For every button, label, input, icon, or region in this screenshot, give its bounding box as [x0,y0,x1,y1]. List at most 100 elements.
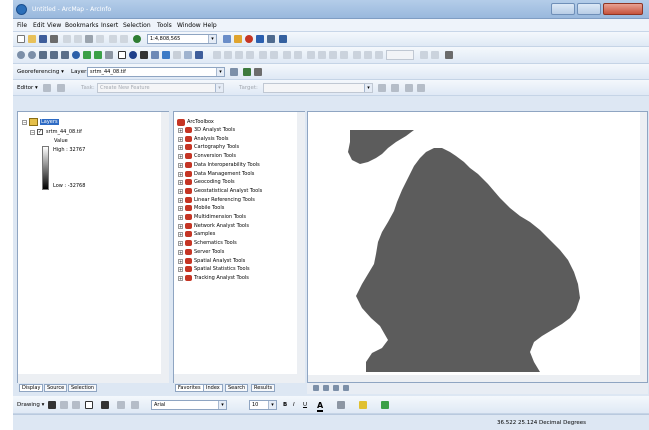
toc-scrollbar[interactable] [161,112,169,374]
refresh-icon[interactable] [333,385,339,391]
georeferencing-menu[interactable]: Georeferencing ▾ [17,69,64,75]
fill-color-icon[interactable] [337,401,345,409]
map-hscrollbar[interactable] [308,375,640,382]
expand-icon[interactable]: + [178,223,183,229]
copy-icon[interactable] [74,35,82,43]
add-data-icon[interactable] [133,35,141,43]
arctoolbox-icon[interactable] [245,35,253,43]
tab-source[interactable]: Source [44,384,68,392]
pan-icon[interactable] [61,51,69,59]
tab-results[interactable]: Results [251,384,276,392]
expand-icon[interactable]: + [178,180,183,186]
collapse-icon[interactable]: − [30,130,35,135]
expand-icon[interactable]: + [178,206,183,212]
chevron-down-icon[interactable]: ▾ [216,68,224,76]
maximize-button[interactable] [577,3,601,15]
layout-view-icon[interactable] [323,385,329,391]
menu-bookmarks[interactable]: Bookmarks [65,22,99,29]
back-extent-icon[interactable] [83,51,91,59]
toc-layer-name[interactable]: srtm_44_08.tif [46,129,82,135]
expand-icon[interactable]: + [178,162,183,168]
toc-root-layers[interactable]: Layers [40,119,59,125]
font-size-combo[interactable]: 10 ▾ [249,400,277,410]
tab-display[interactable]: Display [19,384,44,392]
menu-help[interactable]: Help [203,22,217,29]
font-combo[interactable]: Arial ▾ [151,400,227,410]
toolbox-hscrollbar[interactable] [174,374,305,383]
expand-icon[interactable]: + [178,145,183,151]
expand-icon[interactable]: + [178,171,183,177]
italic-button[interactable]: I [293,402,295,408]
tab-search[interactable]: Search [225,384,249,392]
full-extent-icon[interactable] [72,51,80,59]
whats-this-icon[interactable] [279,35,287,43]
expand-icon[interactable]: + [178,136,183,142]
drawing-menu[interactable]: Drawing ▾ [17,402,44,408]
fixed-zoom-in-icon[interactable] [39,51,47,59]
expand-icon[interactable]: + [178,232,183,238]
zoom-out-icon[interactable] [28,51,36,59]
add-control-points-icon[interactable] [243,68,251,76]
select-elements-icon[interactable] [118,51,126,59]
tab-favorites[interactable]: Favorites [175,384,204,392]
delete-icon[interactable] [96,35,104,43]
zoom-in-icon[interactable] [17,51,25,59]
identify-icon[interactable] [129,51,137,59]
expand-icon[interactable]: + [178,215,183,220]
chevron-down-icon[interactable]: ▾ [218,401,226,409]
map-view[interactable] [307,111,648,383]
measure-icon[interactable] [151,51,159,59]
menu-insert[interactable]: Insert [101,22,118,29]
new-document-icon[interactable] [17,35,25,43]
view-link-table-icon[interactable] [254,68,262,76]
toc-hscrollbar[interactable] [18,374,169,383]
line-color-icon[interactable] [359,401,367,409]
font-color-button[interactable]: A [317,401,324,412]
fixed-zoom-out-icon[interactable] [50,51,58,59]
tab-selection[interactable]: Selection [68,384,98,392]
menu-tools[interactable]: Tools [157,22,172,29]
rotate-icon[interactable] [230,68,238,76]
undo-icon[interactable] [109,35,117,43]
map-tips-icon[interactable] [195,51,203,59]
pause-drawing-icon[interactable] [343,385,349,391]
redo-icon[interactable] [120,35,128,43]
expand-icon[interactable]: + [178,249,183,255]
layout-view-icon[interactable] [445,51,453,59]
title-bar[interactable]: Untitled - ArcMap - ArcInfo [13,0,649,19]
expand-icon[interactable]: + [178,128,183,133]
expand-icon[interactable]: + [178,258,183,264]
new-text-icon[interactable] [101,401,109,409]
find-icon[interactable] [140,51,148,59]
paste-icon[interactable] [85,35,93,43]
close-button[interactable] [603,3,643,15]
layer-visibility-checkbox[interactable]: ✓ [37,129,43,135]
swipe-icon[interactable] [184,51,192,59]
menu-edit[interactable]: Edit [33,22,45,29]
expand-icon[interactable]: + [178,188,183,194]
toolbox-root[interactable]: ArcToolbox [187,119,214,125]
map-scale-combo[interactable]: 1:4,808,565 ▾ [147,34,217,44]
marker-color-icon[interactable] [381,401,389,409]
expand-icon[interactable]: + [178,197,183,203]
table-of-contents-icon[interactable] [234,35,242,43]
command-line-icon[interactable] [256,35,264,43]
expand-icon[interactable]: + [178,275,183,281]
underline-button[interactable]: U [303,402,307,408]
hyperlink-icon[interactable] [162,51,170,59]
menu-window[interactable]: Window [177,22,201,29]
menu-view[interactable]: View [47,22,61,29]
expand-icon[interactable]: + [178,241,183,247]
time-slider-icon[interactable] [173,51,181,59]
print-icon[interactable] [50,35,58,43]
cut-icon[interactable] [63,35,71,43]
collapse-icon[interactable]: − [22,120,27,125]
chevron-down-icon[interactable]: ▾ [208,35,216,43]
editor-menu[interactable]: Editor ▾ [17,85,38,91]
georef-layer-combo[interactable]: srtm_44_08.tif ▾ [87,67,225,77]
data-view-icon[interactable] [313,385,319,391]
minimize-button[interactable] [551,3,575,15]
toolbox-scrollbar[interactable] [297,112,305,374]
map-vscrollbar[interactable] [640,112,647,382]
model-builder-icon[interactable] [267,35,275,43]
